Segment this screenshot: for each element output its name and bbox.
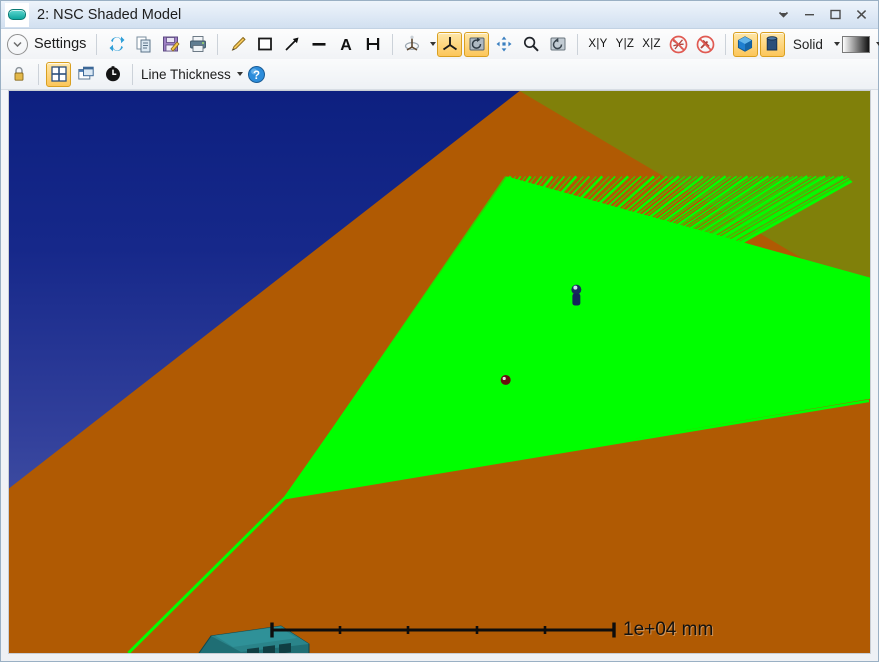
toolbar-row-2: Line Thickness ?	[1, 59, 878, 90]
refresh-button[interactable]	[104, 32, 129, 57]
settings-label: Settings	[34, 36, 86, 52]
axis-toggle-xy[interactable]: X|Y	[584, 32, 611, 57]
target-object	[501, 375, 511, 385]
scale-bar: 1e+04 mm	[267, 617, 713, 643]
title-bar: 2: NSC Shaded Model	[1, 1, 878, 29]
copy-button[interactable]	[131, 32, 156, 57]
thick-line-button[interactable]	[306, 32, 331, 57]
scale-bar-label: 1e+04 mm	[623, 619, 713, 641]
axis-toggle-yz[interactable]: Y|Z	[612, 32, 639, 57]
rotate-screen-button[interactable]	[464, 32, 489, 57]
chevron-down-icon	[7, 34, 28, 55]
detach-window-button[interactable]	[73, 62, 98, 87]
hide-tools-button[interactable]	[693, 32, 718, 57]
solid-body-button[interactable]	[760, 32, 785, 57]
help-button[interactable]: ?	[244, 62, 269, 87]
close-button[interactable]	[848, 3, 874, 27]
scale-bar-graphic	[267, 619, 619, 641]
separator	[38, 64, 39, 85]
maximize-button[interactable]	[822, 3, 848, 27]
separator	[217, 34, 218, 55]
print-button[interactable]	[185, 32, 210, 57]
render-mode-label[interactable]: Solid	[787, 32, 829, 57]
settings-button[interactable]: Settings	[5, 32, 90, 57]
minimize-button[interactable]	[796, 3, 822, 27]
window-menu-button[interactable]	[770, 3, 796, 27]
window-pill-icon	[5, 3, 29, 27]
axis-toggle-xz[interactable]: X|Z	[638, 32, 665, 57]
nsc-shaded-model-window: 2: NSC Shaded Model Settings	[0, 0, 879, 662]
separator	[577, 34, 578, 55]
rotate-view-dropdown[interactable]	[430, 42, 436, 46]
fit-window-button[interactable]	[46, 62, 71, 87]
window-controls	[770, 1, 874, 28]
dimension-tool-button[interactable]	[360, 32, 385, 57]
rotate-view-button[interactable]	[400, 32, 425, 57]
line-thickness-dropdown[interactable]	[237, 72, 243, 76]
pedestrian-figure	[571, 285, 581, 306]
scene-3d	[9, 91, 870, 653]
svg-text:A: A	[340, 37, 352, 53]
viewport-container: X Y Z 1e+04 mm	[1, 90, 878, 661]
separator	[725, 34, 726, 55]
gradient-swatch-preview	[842, 36, 870, 53]
toolbar-row-1: Settings	[1, 29, 878, 59]
isometric-view-button[interactable]	[437, 32, 462, 57]
save-button[interactable]	[158, 32, 183, 57]
draw-rectangle-button[interactable]	[252, 32, 277, 57]
separator	[392, 34, 393, 55]
hide-rays-button[interactable]	[666, 32, 691, 57]
line-thickness-label[interactable]: Line Thickness	[139, 67, 233, 82]
render-mode-dropdown[interactable]	[834, 42, 840, 46]
gradient-swatch[interactable]	[841, 32, 871, 57]
reset-view-button[interactable]	[545, 32, 570, 57]
separator	[96, 34, 97, 55]
separator	[132, 64, 133, 85]
shaded-model-viewport[interactable]: X Y Z 1e+04 mm	[8, 90, 871, 654]
zoom-button[interactable]	[518, 32, 543, 57]
svg-text:?: ?	[253, 70, 260, 82]
shaded-model-button[interactable]	[733, 32, 758, 57]
lock-button[interactable]	[6, 62, 31, 87]
window-title: 2: NSC Shaded Model	[37, 7, 181, 23]
clock-button[interactable]	[100, 62, 125, 87]
draw-line-button[interactable]	[225, 32, 250, 57]
text-tool-button[interactable]: A	[333, 32, 358, 57]
draw-arrow-button[interactable]	[279, 32, 304, 57]
pan-button[interactable]	[491, 32, 516, 57]
